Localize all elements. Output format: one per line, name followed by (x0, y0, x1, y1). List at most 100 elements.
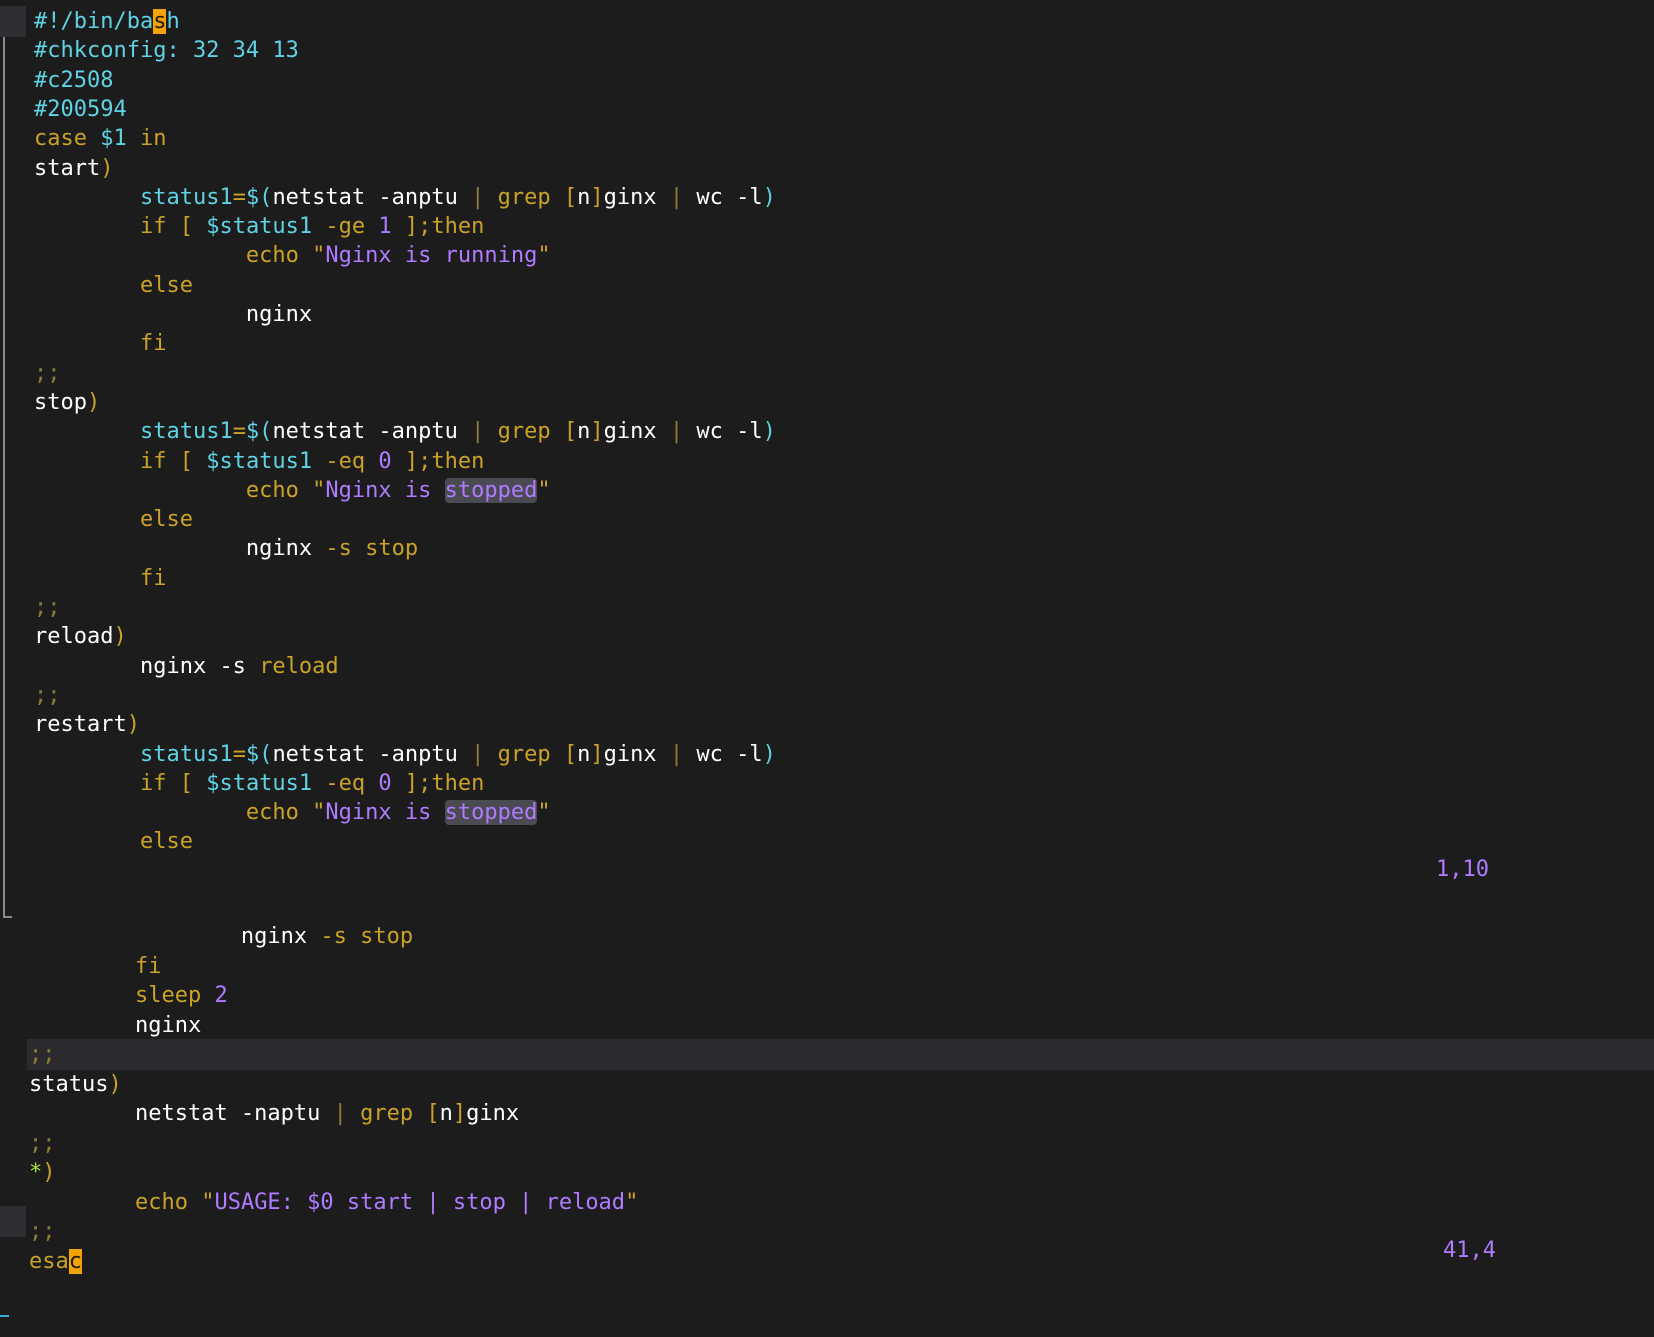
code-token: grep (484, 741, 564, 767)
code-line[interactable]: #chkconfig: 32 34 13 (0, 35, 1654, 66)
code-token: ginx (603, 419, 670, 445)
code-line[interactable]: status) (0, 1069, 1654, 1100)
code-line[interactable]: stop) (0, 387, 1654, 418)
code-line[interactable]: ;; (0, 1128, 1654, 1159)
code-line[interactable]: fi (0, 563, 1654, 594)
code-token: 0 (378, 770, 392, 796)
code-token: stop (34, 389, 87, 415)
text-cursor: c (68, 1248, 82, 1274)
code-line[interactable]: ;; (0, 592, 1654, 623)
code-line[interactable]: else (0, 504, 1654, 535)
editor-window-bottom[interactable]: nginx -s stop fi sleep 2 nginx;; status) … (0, 921, 1654, 1337)
code-token: ;; (34, 595, 61, 620)
code-line[interactable]: fi (0, 328, 1654, 359)
text-cursor: s (153, 9, 167, 34)
code-token: 1 (378, 214, 392, 240)
code-token: status (29, 1071, 109, 1097)
code-line[interactable]: else (0, 270, 1654, 301)
code-token: | (669, 419, 684, 445)
code-token: | (669, 741, 684, 767)
editor-window-top[interactable]: #!/bin/bash #chkconfig: 32 34 13 #c2508 #20… (0, 6, 1654, 918)
code-line[interactable]: start) (0, 153, 1654, 184)
code-token: -s stop (320, 924, 414, 949)
code-token: ) (126, 712, 140, 738)
code-token: echo (245, 477, 313, 503)
code-line[interactable]: esac (0, 1246, 1654, 1277)
code-token: grep (346, 1101, 427, 1126)
code-token: ginx (603, 741, 670, 767)
code-line[interactable]: status1=$(netstat -anptu | grep [n]ginx … (0, 739, 1654, 770)
code-line[interactable]: nginx -s reload (0, 651, 1654, 682)
code-token: nginx (240, 924, 321, 949)
code-line[interactable]: netstat -naptu | grep [n]ginx (0, 1098, 1654, 1129)
code-token: * (29, 1160, 43, 1185)
code-line[interactable]: #!/bin/bash (0, 6, 1654, 37)
code-line[interactable]: echo "USAGE: $0 start | stop | reload" (0, 1187, 1654, 1218)
code-token: reload (34, 624, 114, 650)
code-line[interactable]: *) (0, 1157, 1654, 1188)
code-line[interactable]: case $1 in (0, 123, 1654, 154)
code-token: case (34, 126, 101, 152)
code-token: | (669, 184, 684, 210)
code-line[interactable]: echo "Nginx is stopped" (0, 475, 1654, 506)
code-line[interactable]: nginx -s stop (0, 921, 1654, 952)
code-line[interactable]: status1=$(netstat -anptu | grep [n]ginx … (0, 182, 1654, 213)
code-line[interactable]: ;; (0, 1216, 1654, 1247)
code-line[interactable]: else (0, 826, 1654, 857)
code-token: echo (245, 800, 313, 826)
code-line[interactable]: ;; (0, 358, 1654, 389)
code-line[interactable]: #c2508 (0, 65, 1654, 96)
code-token: ;; (34, 682, 61, 708)
code-line[interactable]: if [ $status1 -eq 0 ];then (0, 446, 1654, 477)
code-token: " (537, 243, 551, 269)
code-token: ] (590, 419, 604, 445)
code-token: nginx (245, 302, 313, 327)
code-line[interactable]: fi (0, 951, 1654, 982)
code-line[interactable]: echo "Nginx is stopped" (0, 797, 1654, 828)
code-line[interactable]: #200594 (0, 94, 1654, 125)
code-token: netstat -anptu (272, 419, 472, 445)
code-token: fi (139, 565, 167, 591)
code-line[interactable]: restart) (0, 709, 1654, 740)
code-line[interactable]: sleep 2 (0, 980, 1654, 1011)
code-token: #c2508 (34, 67, 114, 93)
code-token: ;; (29, 1130, 56, 1156)
code-token: n (577, 419, 591, 445)
code-token: = (232, 419, 246, 445)
code-line[interactable]: status1=$(netstat -anptu | grep [n]ginx … (0, 416, 1654, 447)
code-token: restart (34, 712, 127, 738)
code-token: ];then (391, 214, 485, 240)
code-token: if [ (139, 448, 207, 474)
code-token: wc -l (683, 741, 763, 767)
code-line[interactable]: echo "Nginx is running" (0, 240, 1654, 271)
code-token: -ge (312, 214, 379, 240)
code-line[interactable]: if [ $status1 -eq 0 ];then (0, 768, 1654, 799)
code-token: #200594 (34, 96, 127, 122)
code-token: -eq (312, 770, 379, 796)
code-line[interactable]: ;; (27, 1039, 1654, 1070)
code-token: " (537, 477, 551, 503)
code-line[interactable]: nginx -s stop (0, 533, 1654, 564)
code-token: Nginx is running (325, 243, 538, 269)
code-line[interactable]: ;; (0, 680, 1654, 711)
code-line[interactable]: nginx (0, 299, 1654, 330)
code-token: ] (452, 1101, 467, 1126)
code-token: ) (100, 155, 114, 181)
code-line[interactable]: reload) (0, 621, 1654, 652)
code-token: n (577, 741, 591, 767)
code-token: $status1 (206, 448, 313, 474)
code-token: Nginx is (325, 800, 445, 826)
code-line[interactable]: nginx (0, 1010, 1654, 1041)
code-line[interactable]: if [ $status1 -ge 1 ];then (0, 211, 1654, 242)
code-token: start (34, 155, 101, 181)
